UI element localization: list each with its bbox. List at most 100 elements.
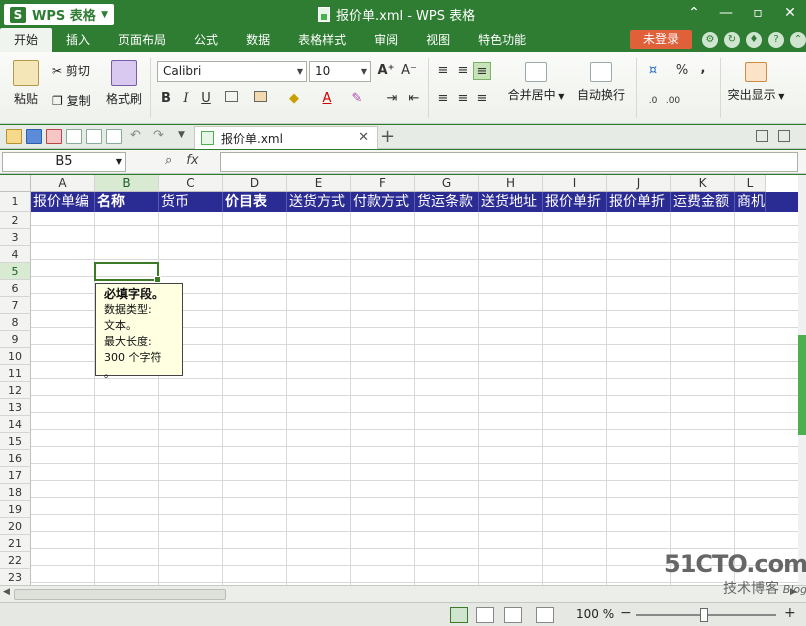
row-header-4[interactable]: 4 (0, 246, 31, 263)
highlight-button[interactable]: 突出显示 ▼ (726, 62, 786, 103)
print-preview-icon[interactable] (86, 129, 102, 144)
align-middle-icon[interactable]: ≡ (454, 62, 472, 80)
column-header-i[interactable]: I (543, 175, 607, 192)
minimize-button[interactable]: — (710, 0, 742, 28)
tab-home[interactable]: 开始 (0, 28, 53, 52)
column-header-j[interactable]: J (607, 175, 671, 192)
column-header-c[interactable]: C (159, 175, 223, 192)
font-color-icon[interactable]: A (318, 90, 336, 108)
row-header-10[interactable]: 10 (0, 348, 31, 365)
percent-button[interactable]: % (673, 62, 691, 80)
row-header-7[interactable]: 7 (0, 297, 31, 314)
print-icon[interactable] (66, 129, 82, 144)
preview-icon[interactable] (106, 129, 122, 144)
comma-button[interactable]: , (694, 60, 712, 78)
font-size-select[interactable]: 10 ▼ (309, 61, 371, 82)
column-header-g[interactable]: G (415, 175, 479, 192)
increase-decimal-icon[interactable]: .0 (644, 92, 662, 110)
row-header-8[interactable]: 8 (0, 314, 31, 331)
row-header-6[interactable]: 6 (0, 280, 31, 297)
header-cell-b1[interactable]: 名称 (95, 192, 159, 212)
select-all-corner[interactable] (0, 175, 31, 192)
paste-button[interactable]: 粘贴 (6, 60, 46, 107)
number-format-icon[interactable]: ¤ (644, 62, 662, 80)
header-cell-g1[interactable]: 货运条款 (415, 192, 479, 212)
collapse-icon[interactable]: ⌃ (790, 32, 806, 48)
row-header-5[interactable]: 5 (0, 263, 31, 280)
undo-icon[interactable]: ↶ (130, 128, 141, 143)
row-header-11[interactable]: 11 (0, 365, 31, 382)
close-button[interactable]: ✕ (774, 0, 806, 28)
maximize-button[interactable]: ▫ (742, 0, 774, 28)
close-icon[interactable]: ✕ (358, 130, 369, 145)
chevron-down-icon[interactable]: ▼ (178, 130, 185, 140)
row-header-18[interactable]: 18 (0, 484, 31, 501)
active-cell-b5[interactable] (94, 262, 161, 283)
row-header-21[interactable]: 21 (0, 535, 31, 552)
login-button[interactable]: 未登录 (630, 30, 692, 49)
reading-mode-icon[interactable] (536, 607, 554, 623)
tab-view[interactable]: 视图 (412, 28, 464, 52)
zoom-slider-handle[interactable] (700, 608, 708, 622)
scrollbar-thumb[interactable] (798, 335, 806, 435)
redo-icon[interactable]: ↷ (153, 128, 164, 143)
header-cell-j1[interactable]: 报价单折 (607, 192, 671, 212)
bold-icon[interactable]: B (157, 90, 175, 108)
column-header-f[interactable]: F (351, 175, 415, 192)
decrease-font-icon[interactable]: A⁻ (400, 62, 418, 80)
header-cell-c1[interactable]: 货币 (159, 192, 223, 212)
row-header-20[interactable]: 20 (0, 518, 31, 535)
settings-icon[interactable]: ⚙ (702, 32, 718, 48)
skin-icon[interactable]: ♦ (746, 32, 762, 48)
row-header-15[interactable]: 15 (0, 433, 31, 450)
formula-input[interactable] (220, 152, 798, 172)
page-break-view-icon[interactable] (476, 607, 494, 623)
fill-color-icon[interactable]: ◆ (285, 90, 303, 108)
refresh-icon[interactable]: ↻ (724, 32, 740, 48)
row-header-1[interactable]: 1 (0, 192, 31, 212)
new-tab-icon[interactable]: + (380, 126, 395, 147)
increase-font-icon[interactable]: A⁺ (377, 62, 395, 80)
font-name-select[interactable]: Calibri ▼ (157, 61, 307, 82)
zoom-in-icon[interactable]: + (784, 605, 796, 621)
align-left-icon[interactable]: ≡ (434, 90, 452, 108)
row-header-13[interactable]: 13 (0, 399, 31, 416)
header-cell-i1[interactable]: 报价单折 (543, 192, 607, 212)
tab-insert[interactable]: 插入 (52, 28, 104, 52)
copy-button[interactable]: ❐ 复制 (52, 92, 102, 109)
header-cell-l1[interactable]: 商机 (735, 192, 766, 212)
cell-area[interactable] (31, 192, 798, 585)
tab-formulas[interactable]: 公式 (180, 28, 232, 52)
row-header-19[interactable]: 19 (0, 501, 31, 518)
zoom-formula-icon[interactable]: ⌕ (165, 153, 172, 168)
header-cell-a1[interactable]: 报价单编 (31, 192, 95, 212)
column-header-k[interactable]: K (671, 175, 735, 192)
save-icon[interactable] (26, 129, 42, 144)
help-icon[interactable]: ? (768, 32, 784, 48)
zoom-out-icon[interactable]: − (620, 605, 632, 621)
align-center-icon[interactable]: ≡ (454, 90, 472, 108)
window-list-icon[interactable] (778, 130, 790, 142)
row-header-22[interactable]: 22 (0, 552, 31, 569)
scrollbar-thumb[interactable] (14, 589, 226, 600)
row-header-2[interactable]: 2 (0, 212, 31, 229)
format-painter-button[interactable]: 格式刷 (104, 60, 144, 107)
column-header-e[interactable]: E (287, 175, 351, 192)
merge-center-button[interactable]: 合并居中 ▼ (504, 62, 568, 103)
row-header-14[interactable]: 14 (0, 416, 31, 433)
row-header-12[interactable]: 12 (0, 382, 31, 399)
fill-pattern-icon[interactable] (251, 90, 269, 108)
scroll-left-icon[interactable]: ◀ (3, 587, 10, 597)
pdf-icon[interactable] (46, 129, 62, 144)
ribbon-collapse-icon[interactable]: ⌃ (678, 0, 710, 28)
tab-page-layout[interactable]: 页面布局 (104, 28, 180, 52)
tab-special[interactable]: 特色功能 (464, 28, 540, 52)
header-cell-h1[interactable]: 送货地址 (479, 192, 543, 212)
column-header-l[interactable]: L (735, 175, 766, 192)
restore-window-icon[interactable] (756, 130, 768, 142)
header-cell-d1[interactable]: 价目表 (223, 192, 287, 212)
clear-format-icon[interactable]: ✎ (348, 90, 366, 108)
doc-tab[interactable]: 报价单.xml ✕ (194, 126, 378, 149)
align-bottom-icon[interactable]: ≡ (473, 62, 491, 80)
indent-increase-icon[interactable]: ⇥ (383, 90, 401, 108)
